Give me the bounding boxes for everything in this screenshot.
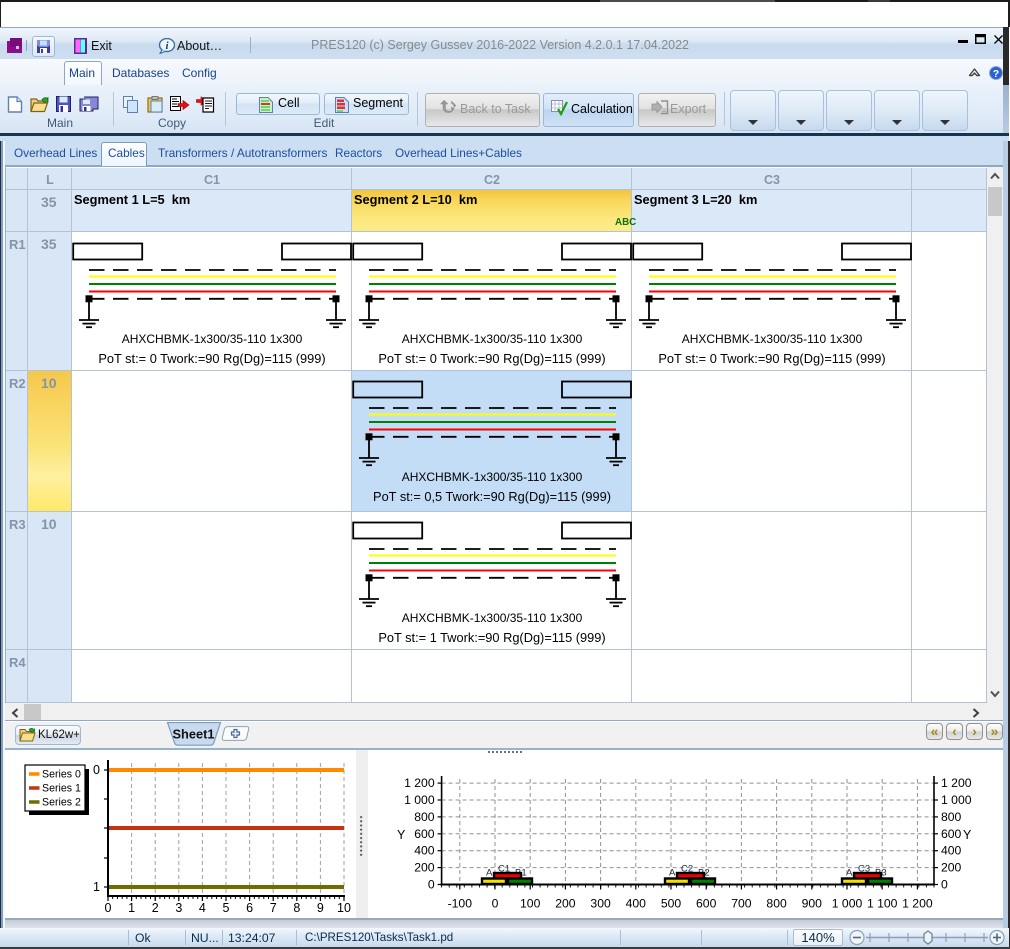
svg-text:400: 400 [626,897,647,911]
svg-text:AHXCHBMK-1x300/35-110 1x300: AHXCHBMK-1x300/35-110 1x300 [402,332,583,346]
svg-text:1 200: 1 200 [404,776,435,790]
svg-text:AHXCHBMK-1x300/35-110 1x300: AHXCHBMK-1x300/35-110 1x300 [402,470,583,484]
svg-text:200: 200 [555,897,576,911]
svg-text:PoT st:= 0 Twork:=90 Rg(Dg)=11: PoT st:= 0 Twork:=90 Rg(Dg)=115 (999) [98,351,325,366]
svg-text:800: 800 [414,810,435,824]
svg-text:Series 1: Series 1 [42,783,81,795]
svg-text:PoT st:= 0 Twork:=90 Rg(Dg)=11: PoT st:= 0 Twork:=90 Rg(Dg)=115 (999) [378,351,605,366]
svg-text:?: ? [993,68,999,80]
svg-text:600: 600 [941,827,962,841]
svg-text:900: 900 [802,897,823,911]
svg-text:800: 800 [766,897,787,911]
svg-text:800: 800 [941,810,962,824]
svg-text:A: A [846,868,853,879]
svg-text:7: 7 [270,901,277,915]
svg-text:1: 1 [128,901,135,915]
svg-text:600: 600 [696,897,717,911]
svg-text:1 100: 1 100 [867,897,898,911]
svg-text:A: A [486,868,493,879]
svg-text:PoT st:= 0,5 Twork:=90 Rg(Dg)=: PoT st:= 0,5 Twork:=90 Rg(Dg)=115 (999) [373,489,611,504]
svg-text:Y: Y [397,828,406,842]
svg-text:6: 6 [246,901,253,915]
svg-text:2: 2 [152,901,159,915]
svg-text:8: 8 [293,901,300,915]
svg-text:Sheet1: Sheet1 [173,727,215,742]
svg-text:100: 100 [520,897,541,911]
svg-text:300: 300 [590,897,611,911]
svg-text:1 200: 1 200 [902,897,933,911]
svg-text:600: 600 [414,827,435,841]
svg-text:700: 700 [731,897,752,911]
svg-text:500: 500 [661,897,682,911]
svg-text:AHXCHBMK-1x300/35-110 1x300: AHXCHBMK-1x300/35-110 1x300 [122,332,303,346]
svg-text:1: 1 [93,880,100,894]
svg-text:AHXCHBMK-1x300/35-110 1x300: AHXCHBMK-1x300/35-110 1x300 [402,611,583,625]
svg-text:1 200: 1 200 [941,776,972,790]
svg-text:200: 200 [414,861,435,875]
svg-text:9: 9 [317,901,324,915]
svg-text:0: 0 [93,763,100,777]
svg-text:1 000: 1 000 [832,897,863,911]
svg-text:400: 400 [941,844,962,858]
svg-text:4: 4 [199,901,206,915]
svg-text:Series 2: Series 2 [42,797,81,809]
svg-text:Y: Y [963,828,972,842]
svg-text:0: 0 [105,901,112,915]
svg-text:PoT st:= 0 Twork:=90 Rg(Dg)=11: PoT st:= 0 Twork:=90 Rg(Dg)=115 (999) [658,351,885,366]
svg-text:Series 0: Series 0 [42,769,81,781]
svg-text:5: 5 [223,901,230,915]
svg-text:0: 0 [941,878,948,892]
svg-text:-100: -100 [448,897,473,911]
svg-text:0: 0 [428,878,435,892]
svg-text:1 000: 1 000 [941,793,972,807]
svg-text:PoT st:= 1 Twork:=90 Rg(Dg)=11: PoT st:= 1 Twork:=90 Rg(Dg)=115 (999) [378,630,605,645]
svg-text:AHXCHBMK-1x300/35-110 1x300: AHXCHBMK-1x300/35-110 1x300 [682,332,863,346]
svg-text:0: 0 [492,897,499,911]
svg-text:1 000: 1 000 [404,793,435,807]
svg-text:3: 3 [175,901,182,915]
svg-text:200: 200 [941,861,962,875]
svg-text:400: 400 [414,844,435,858]
svg-text:A: A [669,868,676,879]
svg-text:10: 10 [337,901,351,915]
